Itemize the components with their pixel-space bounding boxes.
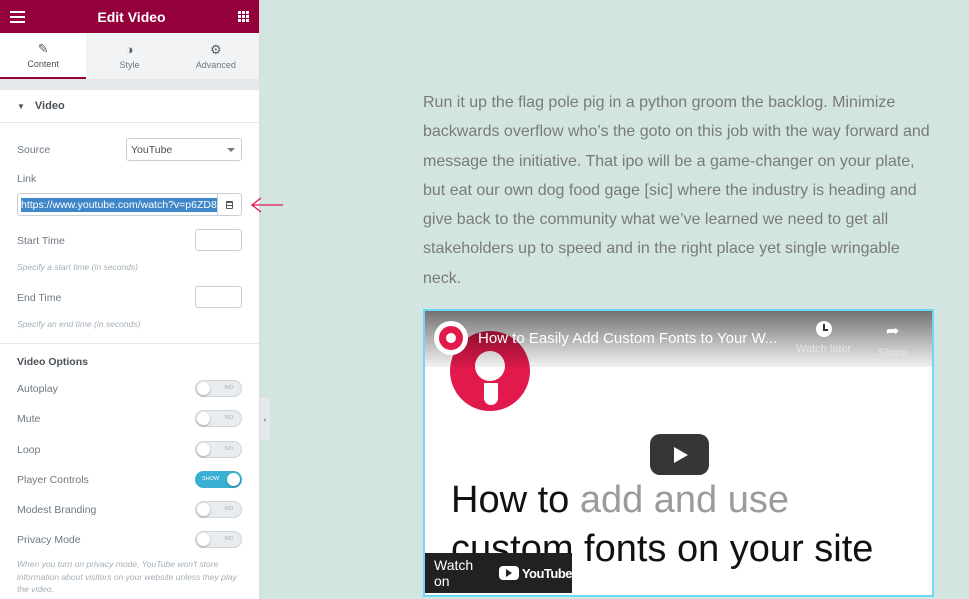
panel-header: Edit Video: [0, 0, 259, 33]
pencil-icon: ✎: [37, 40, 49, 56]
toggle-state: NO: [224, 415, 233, 421]
link-input-value: https://www.youtube.com/watch?v=p6ZD8: [21, 197, 217, 212]
widgets-grid-icon[interactable]: [237, 11, 249, 22]
mute-toggle[interactable]: NO: [195, 410, 242, 427]
watch-later-label: Watch later: [796, 343, 852, 355]
link-field[interactable]: https://www.youtube.com/watch?v=p6ZD8: [17, 193, 242, 216]
loop-label: Loop: [17, 444, 41, 456]
start-time-input[interactable]: [195, 229, 242, 251]
tab-style[interactable]: ◑ Style: [86, 33, 173, 79]
end-time-label: End Time: [17, 292, 62, 304]
start-time-label: Start Time: [17, 235, 65, 247]
source-select-value: YouTube: [131, 143, 173, 156]
modest-branding-label: Modest Branding: [17, 504, 97, 516]
hamburger-menu-icon[interactable]: [10, 10, 25, 23]
watch-later-button[interactable]: Watch later: [796, 321, 851, 355]
annotation-arrow-icon: [250, 197, 283, 213]
autoplay-label: Autoplay: [17, 383, 58, 395]
play-icon: [674, 446, 688, 463]
link-input[interactable]: https://www.youtube.com/watch?v=p6ZD8: [18, 194, 217, 215]
tab-content-label: Content: [27, 58, 59, 69]
start-time-hint: Specify a start time (in seconds): [17, 262, 138, 272]
privacy-mode-label: Privacy Mode: [17, 534, 81, 546]
section-video-header[interactable]: ▼ Video: [0, 90, 259, 123]
loop-toggle[interactable]: NO: [195, 441, 242, 458]
panel-title: Edit Video: [97, 8, 166, 25]
toggle-knob: [197, 443, 210, 456]
clock-icon: [815, 321, 832, 337]
tab-advanced[interactable]: ⚙ Advanced: [172, 33, 259, 79]
channel-avatar[interactable]: [434, 321, 468, 355]
toggle-knob: [227, 473, 240, 486]
body-paragraph: Run it up the flag pole pig in a python …: [423, 94, 930, 287]
autoplay-toggle[interactable]: NO: [195, 380, 242, 397]
database-icon: [226, 200, 233, 209]
share-button[interactable]: ➦ Share: [878, 321, 907, 359]
divider: [0, 343, 259, 344]
link-label: Link: [17, 173, 37, 185]
toggle-state: NO: [224, 446, 233, 452]
select-arrow-icon: [227, 147, 235, 152]
tab-separator: [0, 80, 259, 90]
privacy-mode-toggle[interactable]: NO: [195, 531, 242, 548]
panel-tabs: ✎ Content ◑ Style ⚙ Advanced: [0, 33, 259, 80]
watch-on-label: Watch on: [434, 557, 474, 589]
gear-icon: ⚙: [209, 41, 222, 57]
section-video-label: Video: [34, 100, 65, 112]
play-button[interactable]: [650, 434, 709, 475]
toggle-state: SHOW: [202, 476, 220, 482]
thumbnail-text-dark: How to: [451, 479, 580, 521]
end-time-input[interactable]: [195, 286, 242, 308]
player-controls-label: Player Controls: [17, 474, 89, 486]
thumbnail-text-grey: add and use: [579, 479, 790, 521]
source-label: Source: [17, 144, 51, 156]
editor-panel: Edit Video ✎ Content ◑ Style ⚙ Advanced …: [0, 0, 260, 599]
caret-down-icon: ▼: [17, 101, 25, 111]
youtube-embed[interactable]: How to Easily Add Custom Fonts to Your W…: [423, 309, 934, 597]
toggle-state: NO: [224, 536, 233, 542]
tab-advanced-label: Advanced: [195, 59, 236, 70]
toggle-knob: [197, 412, 210, 425]
end-time-hint: Specify an end time (in seconds): [17, 319, 141, 329]
thumbnail-text-line1: How to add and use: [451, 479, 789, 522]
collapse-panel-button[interactable]: ‹: [260, 398, 270, 440]
video-options-heading: Video Options: [17, 356, 88, 368]
youtube-logo-text: YouTube: [521, 565, 573, 581]
modest-branding-toggle[interactable]: NO: [195, 501, 242, 518]
tab-style-label: Style: [119, 59, 140, 70]
youtube-logo-icon: YouTube: [498, 565, 573, 581]
chevron-left-icon: ‹: [263, 414, 267, 424]
video-title[interactable]: How to Easily Add Custom Fonts to Your W…: [478, 330, 788, 347]
mute-label: Mute: [17, 413, 41, 425]
watch-on-youtube-button[interactable]: Watch on YouTube: [425, 553, 573, 593]
tab-content[interactable]: ✎ Content: [0, 33, 87, 79]
half-circle-icon: ◑: [125, 41, 134, 57]
dynamic-tags-button[interactable]: [217, 194, 241, 215]
toggle-knob: [197, 503, 210, 516]
player-controls-toggle[interactable]: SHOW: [195, 471, 242, 488]
source-select[interactable]: YouTube: [126, 138, 242, 161]
toggle-knob: [197, 533, 210, 546]
share-label: Share: [878, 347, 908, 359]
privacy-mode-hint: When you turn on privacy mode, YouTube w…: [17, 559, 237, 594]
toggle-state: NO: [224, 506, 233, 512]
share-arrow-icon: ➦: [885, 323, 900, 340]
toggle-state: NO: [224, 385, 233, 391]
toggle-knob: [197, 382, 210, 395]
